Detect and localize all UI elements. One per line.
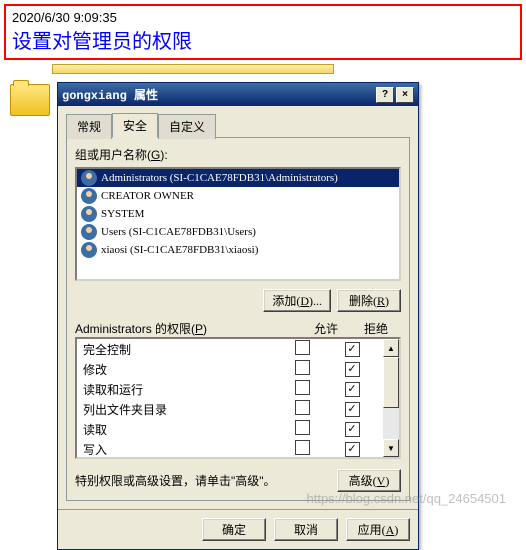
toolbar-remnant	[52, 64, 334, 74]
user-label: Administrators (SI-C1CAE78FDB31\Administ…	[101, 172, 338, 184]
user-icon	[81, 170, 97, 186]
user-system[interactable]: SYSTEM	[77, 205, 399, 223]
tab-general[interactable]: 常规	[66, 114, 112, 139]
perm-row: 读取 ✓	[77, 419, 383, 439]
permissions-listbox: 完全控制✓修改✓读取和运行✓列出文件夹目录✓读取✓写入✓特别的权限 ▲ ▼	[75, 337, 401, 459]
perm-label: 读取和运行	[83, 381, 277, 398]
perm-row: 完全控制 ✓	[77, 339, 383, 359]
user-icon	[81, 188, 97, 204]
allow-checkbox[interactable]	[295, 380, 310, 395]
scrollbar[interactable]: ▲ ▼	[383, 339, 399, 457]
apply-button[interactable]: 应用(A)	[346, 518, 410, 541]
remove-button[interactable]: 删除(R)	[337, 289, 401, 312]
properties-dialog: gongxiang 属性 ? × 常规 安全 自定义 组或用户名称(G): Ad…	[57, 82, 419, 550]
user-icon	[81, 206, 97, 222]
timestamp: 2020/6/30 9:09:35	[12, 10, 514, 25]
deny-checkbox[interactable]: ✓	[345, 362, 360, 377]
perm-label: 修改	[83, 361, 277, 378]
perm-label: 写入	[83, 441, 277, 458]
deny-checkbox[interactable]: ✓	[345, 402, 360, 417]
ok-button[interactable]: 确定	[202, 518, 266, 541]
deny-checkbox[interactable]: ✓	[345, 382, 360, 397]
watermark: https://blog.csdn.net/qq_24654501	[307, 491, 507, 506]
tab-security[interactable]: 安全	[112, 113, 158, 138]
allow-checkbox[interactable]	[295, 400, 310, 415]
user-xiaosi[interactable]: xiaosi (SI-C1CAE78FDB31\xiaosi)	[77, 241, 399, 259]
perm-label: 读取	[83, 421, 277, 438]
user-label: SYSTEM	[101, 208, 144, 220]
user-label: Users (SI-C1CAE78FDB31\Users)	[101, 226, 256, 238]
scroll-thumb[interactable]	[383, 357, 399, 408]
perm-row: 修改 ✓	[77, 359, 383, 379]
user-icon	[81, 242, 97, 258]
group-users-label: 组或用户名称(G):	[75, 146, 401, 163]
perm-row: 列出文件夹目录 ✓	[77, 399, 383, 419]
deny-checkbox[interactable]: ✓	[345, 422, 360, 437]
allow-checkbox[interactable]	[295, 340, 310, 355]
deny-checkbox[interactable]: ✓	[345, 342, 360, 357]
help-button[interactable]: ?	[376, 87, 394, 103]
user-users[interactable]: Users (SI-C1CAE78FDB31\Users)	[77, 223, 399, 241]
annotation-banner: 2020/6/30 9:09:35 设置对管理员的权限	[4, 4, 522, 60]
perm-label: 完全控制	[83, 341, 277, 358]
add-button[interactable]: 添加(D)...	[263, 289, 331, 312]
scroll-down-icon[interactable]: ▼	[383, 439, 399, 457]
perm-label: 列出文件夹目录	[83, 401, 277, 418]
permissions-header: Administrators 的权限(P) 允许 拒绝	[75, 320, 401, 337]
user-label: xiaosi (SI-C1CAE78FDB31\xiaosi)	[101, 244, 258, 256]
annotation-message: 设置对管理员的权限	[12, 25, 514, 54]
folder-icon	[10, 84, 50, 116]
perm-row: 写入 ✓	[77, 439, 383, 457]
titlebar[interactable]: gongxiang 属性 ? ×	[58, 83, 418, 106]
deny-checkbox[interactable]: ✓	[345, 442, 360, 457]
security-panel: 组或用户名称(G): Administrators (SI-C1CAE78FDB…	[66, 137, 410, 501]
special-permissions-text: 特别权限或高级设置，请单击"高级"。	[75, 472, 331, 489]
perm-row: 读取和运行 ✓	[77, 379, 383, 399]
allow-checkbox[interactable]	[295, 420, 310, 435]
close-button[interactable]: ×	[396, 87, 414, 103]
scroll-up-icon[interactable]: ▲	[383, 339, 399, 357]
user-label: CREATOR OWNER	[101, 190, 194, 202]
user-administrators[interactable]: Administrators (SI-C1CAE78FDB31\Administ…	[77, 169, 399, 187]
dialog-title: gongxiang 属性	[62, 86, 158, 103]
advanced-button[interactable]: 高级(V)	[337, 469, 401, 492]
user-icon	[81, 224, 97, 240]
dialog-footer: 确定 取消 应用(A)	[58, 509, 418, 549]
tab-strip: 常规 安全 自定义	[58, 106, 418, 137]
users-listbox[interactable]: Administrators (SI-C1CAE78FDB31\Administ…	[75, 167, 401, 281]
cancel-button[interactable]: 取消	[274, 518, 338, 541]
tab-custom[interactable]: 自定义	[158, 114, 216, 139]
allow-checkbox[interactable]	[295, 440, 310, 455]
allow-header: 允许	[301, 320, 351, 337]
deny-header: 拒绝	[351, 320, 401, 337]
allow-checkbox[interactable]	[295, 360, 310, 375]
user-creator-owner[interactable]: CREATOR OWNER	[77, 187, 399, 205]
